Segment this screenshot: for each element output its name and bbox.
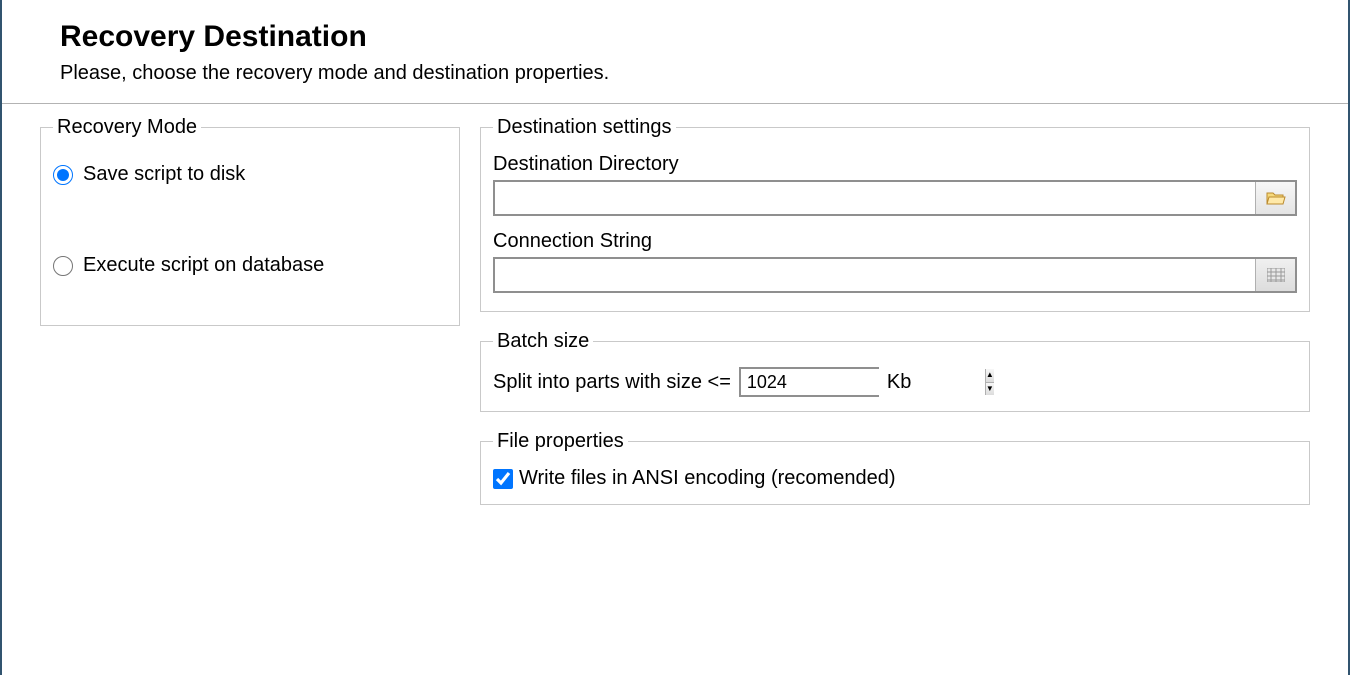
browse-directory-button[interactable]: [1255, 182, 1295, 214]
header: Recovery Destination Please, choose the …: [0, 0, 1350, 97]
batch-size-legend: Batch size: [493, 330, 593, 353]
batch-size-up-button[interactable]: ▲: [986, 369, 994, 383]
split-label: Split into parts with size <=: [493, 371, 731, 394]
connection-string-input[interactable]: [495, 259, 1255, 291]
radio-execute-database-label: Execute script on database: [83, 254, 324, 277]
destination-settings-group: Destination settings Destination Directo…: [480, 116, 1310, 312]
radio-execute-database[interactable]: Execute script on database: [53, 254, 447, 277]
recovery-mode-legend: Recovery Mode: [53, 116, 201, 139]
ansi-encoding-checkbox-row[interactable]: Write files in ANSI encoding (recomended…: [493, 467, 1297, 490]
file-properties-legend: File properties: [493, 430, 628, 453]
destination-directory-label: Destination Directory: [493, 153, 1297, 176]
batch-size-down-button[interactable]: ▼: [986, 383, 994, 396]
batch-size-group: Batch size Split into parts with size <=…: [480, 330, 1310, 412]
batch-size-input[interactable]: [741, 369, 985, 395]
ansi-encoding-label: Write files in ANSI encoding (recomended…: [519, 467, 895, 490]
page-subtitle: Please, choose the recovery mode and des…: [60, 62, 1290, 85]
radio-save-script-label: Save script to disk: [83, 163, 245, 186]
connection-string-label: Connection String: [493, 230, 1297, 253]
destination-settings-legend: Destination settings: [493, 116, 676, 139]
page-title: Recovery Destination: [60, 20, 1290, 54]
ansi-encoding-checkbox[interactable]: [493, 469, 513, 489]
radio-save-script-input[interactable]: [53, 165, 73, 185]
folder-icon: [1266, 190, 1286, 206]
grid-icon: [1267, 268, 1285, 282]
recovery-mode-group: Recovery Mode Save script to disk Execut…: [40, 116, 460, 326]
connection-string-button[interactable]: [1255, 259, 1295, 291]
file-properties-group: File properties Write files in ANSI enco…: [480, 430, 1310, 505]
radio-save-script[interactable]: Save script to disk: [53, 163, 447, 186]
destination-directory-input[interactable]: [495, 182, 1255, 214]
radio-execute-database-input[interactable]: [53, 256, 73, 276]
batch-size-unit: Kb: [887, 371, 911, 394]
